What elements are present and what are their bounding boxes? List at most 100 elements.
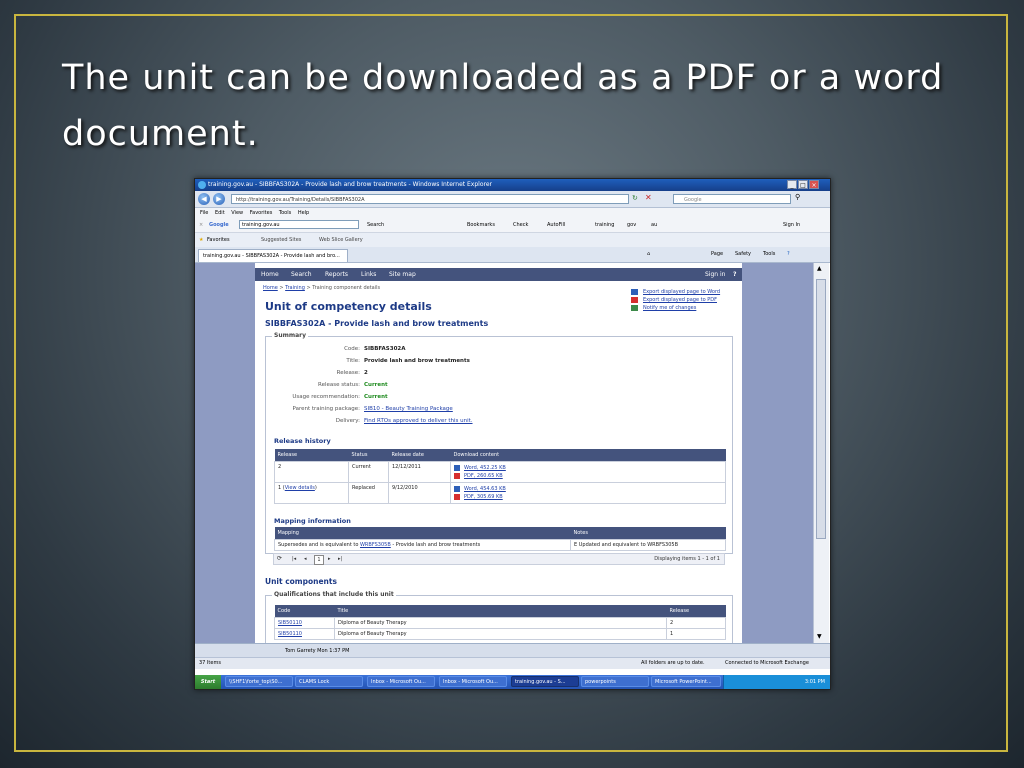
- download-word-link[interactable]: Word, 452.25 KB: [464, 465, 506, 471]
- view-details-link[interactable]: View details: [285, 485, 315, 491]
- page-number[interactable]: 1: [314, 555, 324, 565]
- scroll-down-icon[interactable]: ▼: [817, 633, 822, 640]
- col-release-date[interactable]: Release date: [388, 449, 451, 462]
- home-icon[interactable]: ⌂: [647, 247, 650, 262]
- usage-label: Usage recommendation:: [292, 394, 360, 400]
- mapping-link[interactable]: WRBFS305B: [360, 542, 391, 548]
- menu-help[interactable]: Help: [298, 210, 309, 216]
- breadcrumb-training[interactable]: Training: [285, 285, 305, 291]
- col-code[interactable]: Code: [274, 605, 335, 618]
- col-release[interactable]: Release: [666, 605, 726, 618]
- table-header-row: Mapping Notes: [274, 527, 726, 540]
- delivery-label: Delivery:: [335, 418, 360, 424]
- delivery-link[interactable]: Find RTOs approved to deliver this unit.: [364, 418, 473, 424]
- taskbar-item-active[interactable]: training.gov.au - S...: [511, 676, 579, 687]
- col-release[interactable]: Release: [274, 449, 349, 462]
- menu-favorites[interactable]: Favorites: [250, 210, 273, 216]
- qualification-title: Diploma of Beauty Therapy: [334, 628, 667, 640]
- bookmarks-button[interactable]: Bookmarks: [467, 218, 495, 232]
- outlook-message-row[interactable]: Tom Garrety Mon 1:37 PM: [285, 644, 349, 658]
- close-button[interactable]: ×: [809, 180, 819, 189]
- taskbar-item[interactable]: powerpoints: [581, 676, 649, 687]
- export-pdf-link[interactable]: Export displayed page to PDF: [643, 297, 717, 303]
- prev-page-icon[interactable]: ◂: [304, 556, 307, 562]
- web-slice-gallery[interactable]: Web Slice Gallery: [319, 233, 363, 247]
- qualifications-legend: Qualifications that include this unit: [272, 591, 396, 598]
- minimize-button[interactable]: _: [787, 180, 797, 189]
- start-button[interactable]: Start: [195, 675, 221, 689]
- nav-reports[interactable]: Reports: [325, 268, 348, 281]
- nav-site-map[interactable]: Site map: [389, 268, 416, 281]
- download-pdf-link[interactable]: PDF, 260.65 KB: [464, 473, 503, 479]
- stop-icon[interactable]: ✕: [645, 193, 652, 202]
- item-count: 37 Items: [199, 660, 221, 666]
- export-links: Export displayed page to Word Export dis…: [631, 288, 720, 312]
- favorites-button[interactable]: Favorites: [207, 233, 230, 247]
- forward-button[interactable]: ▶: [213, 193, 225, 205]
- page-menu[interactable]: Page: [711, 247, 723, 262]
- safety-menu[interactable]: Safety: [735, 247, 751, 262]
- taskbar-item[interactable]: Inbox - Microsoft Ou...: [439, 676, 507, 687]
- download-word-link[interactable]: Word, 454.63 KB: [464, 486, 506, 492]
- word-icon: [631, 289, 638, 295]
- taskbar-item[interactable]: Microsoft PowerPoint...: [651, 676, 721, 687]
- autofill-button[interactable]: AutoFill: [547, 218, 565, 232]
- menu-edit[interactable]: Edit: [215, 210, 225, 216]
- taskbar-item[interactable]: Inbox - Microsoft Ou...: [367, 676, 435, 687]
- close-toolbar-icon[interactable]: ×: [199, 218, 203, 232]
- site-nav: Home Search Reports Links Site map Sign …: [255, 268, 742, 281]
- first-page-icon[interactable]: |◂: [292, 556, 296, 562]
- nav-links[interactable]: Links: [361, 268, 376, 281]
- title-value: Provide lash and brow treatments: [364, 358, 470, 364]
- mapping-text-pre: Supersedes and is equivalent to: [278, 542, 360, 548]
- menu-tools[interactable]: Tools: [279, 210, 291, 216]
- release-label: Release:: [336, 370, 360, 376]
- col-status[interactable]: Status: [348, 449, 389, 462]
- notify-link[interactable]: Notify me of changes: [643, 305, 696, 311]
- google-sign-in[interactable]: Sign In: [783, 218, 800, 232]
- menu-file[interactable]: File: [200, 210, 208, 216]
- scrollbar-thumb[interactable]: [816, 279, 826, 539]
- search-icon[interactable]: ⚲: [795, 193, 800, 201]
- google-search-input[interactable]: training.gov.au: [239, 220, 359, 229]
- menu-view[interactable]: View: [231, 210, 243, 216]
- download-pdf-link[interactable]: PDF, 305.69 KB: [464, 494, 503, 500]
- next-page-icon[interactable]: ▸: [328, 556, 331, 562]
- refresh-icon[interactable]: ↻: [632, 194, 638, 202]
- vertical-scrollbar[interactable]: ▲ ▼: [813, 263, 829, 643]
- release-number: 2: [278, 464, 282, 470]
- taskbar-item[interactable]: CLAMS Lock: [295, 676, 363, 687]
- export-word-link[interactable]: Export displayed page to Word: [643, 289, 720, 295]
- nav-home[interactable]: Home: [261, 268, 279, 281]
- help-link[interactable]: ?: [733, 268, 736, 281]
- col-notes[interactable]: Notes: [570, 527, 726, 540]
- release-date: 9/12/2010: [388, 482, 451, 504]
- browser-tab[interactable]: training.gov.au - SIBBFAS302A - Provide …: [198, 249, 348, 262]
- qualification-code-link[interactable]: SIB50110: [278, 631, 302, 637]
- search-input[interactable]: Google: [673, 194, 791, 204]
- training-bookmark[interactable]: training: [595, 218, 614, 232]
- maximize-button[interactable]: □: [798, 180, 808, 189]
- tools-menu[interactable]: Tools: [763, 247, 775, 262]
- last-page-icon[interactable]: ▸|: [338, 556, 342, 562]
- col-title[interactable]: Title: [334, 605, 667, 618]
- au-bookmark[interactable]: au: [651, 218, 657, 232]
- suggested-sites[interactable]: Suggested Sites: [261, 233, 301, 247]
- url-input[interactable]: http://training.gov.au/Training/Details/…: [231, 194, 629, 204]
- gov-bookmark[interactable]: gov: [627, 218, 636, 232]
- col-download[interactable]: Download content: [450, 449, 726, 462]
- back-button[interactable]: ◀: [198, 193, 210, 205]
- scroll-up-icon[interactable]: ▲: [817, 265, 822, 272]
- parent-package-link[interactable]: SIB10 - Beauty Training Package: [364, 406, 453, 412]
- col-mapping[interactable]: Mapping: [274, 527, 571, 540]
- qualification-code-link[interactable]: SIB50110: [278, 620, 302, 626]
- nav-search[interactable]: Search: [291, 268, 312, 281]
- google-search-button[interactable]: Search: [367, 218, 384, 232]
- breadcrumb-home[interactable]: Home: [263, 285, 278, 291]
- refresh-icon[interactable]: ⟳: [277, 555, 282, 562]
- check-button[interactable]: Check: [513, 218, 528, 232]
- sign-in-link[interactable]: Sign in: [705, 268, 725, 281]
- help-icon[interactable]: ?: [787, 247, 790, 262]
- taskbar-item[interactable]: \\SHF1\forte_top\S0...: [225, 676, 293, 687]
- table-row: SIB50110 Diploma of Beauty Therapy 2: [274, 617, 726, 629]
